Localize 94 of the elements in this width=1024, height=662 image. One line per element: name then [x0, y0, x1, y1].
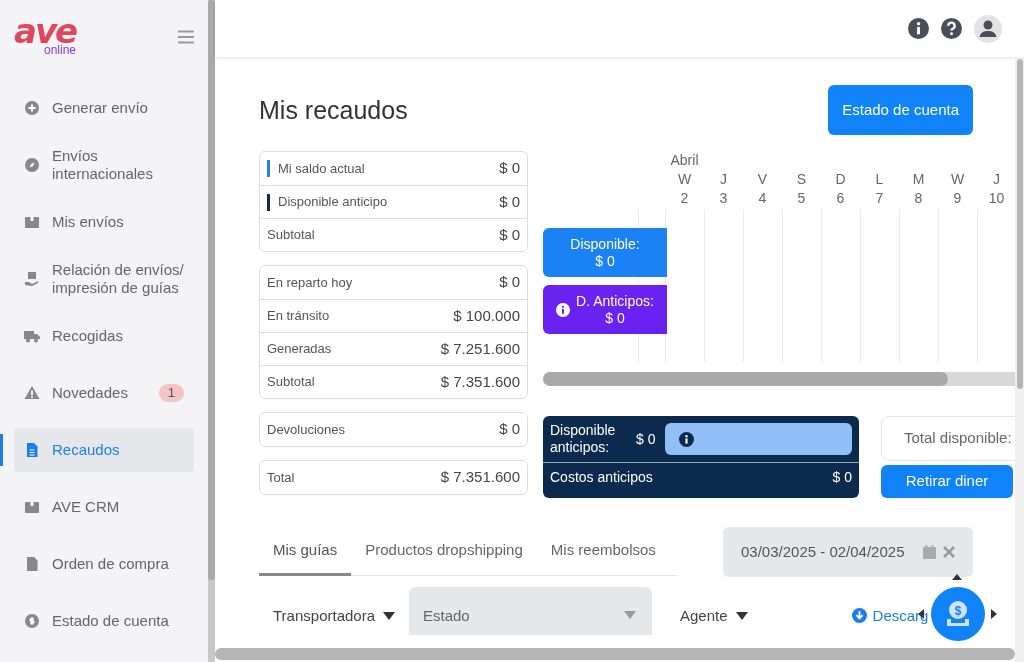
sidebar-item[interactable]: Relación de envíos/ impresión de guías — [14, 257, 194, 301]
scrollbar[interactable] — [215, 648, 1015, 660]
carrier-dropdown[interactable]: Transportadora — [259, 604, 409, 627]
summary-label: En reparto hoy — [267, 273, 353, 292]
sidebar-item[interactable]: Recogidas — [14, 314, 194, 358]
advances-value: $ 0 — [636, 430, 656, 448]
summary-label: En tránsito — [267, 307, 330, 326]
weekday-label: M — [911, 170, 926, 189]
dollar-circle-icon — [24, 613, 40, 629]
info-icon[interactable] — [556, 302, 571, 317]
info-icon[interactable] — [679, 431, 695, 447]
summary-value: $ 0 — [499, 272, 520, 293]
arrow-left-icon[interactable] — [916, 609, 926, 619]
day-label: 7 — [874, 189, 885, 208]
sidebar-item[interactable]: Estado de cuenta — [14, 599, 194, 643]
bar-value: $ 0 — [604, 309, 626, 327]
summary-label: Total — [267, 468, 295, 487]
summary-value: $ 0 — [499, 224, 520, 245]
caret-icon — [383, 611, 395, 620]
day-label: 8 — [913, 189, 924, 208]
weekday-label: V — [756, 170, 769, 189]
weekday-label: D — [834, 170, 847, 189]
summary-value: $ 7.251.600 — [440, 338, 520, 359]
sidebar-item[interactable]: Envíos internacionales — [14, 143, 194, 187]
agent-dropdown[interactable]: Agente — [666, 604, 762, 627]
scrollbar[interactable] — [543, 372, 1015, 386]
weekday-label: J — [992, 170, 1001, 189]
summary-value: $ 7.351.600 — [440, 371, 520, 392]
plus-circle-icon — [24, 100, 40, 116]
account-statement-button[interactable]: Estado de cuenta — [828, 85, 973, 135]
day-label: 5 — [796, 189, 807, 208]
bar-label: Disponible: — [570, 235, 640, 253]
box-icon — [24, 499, 40, 515]
caret-icon — [624, 610, 636, 619]
document-icon — [24, 442, 40, 458]
day-label: 4 — [757, 189, 768, 208]
sidebar-item[interactable]: Orden de compra — [14, 542, 194, 586]
sidebar-item[interactable]: Mis envíos — [14, 200, 194, 244]
box-icon — [24, 214, 40, 230]
weekday-label: S — [795, 170, 808, 189]
summary-value: $ 0 — [499, 158, 520, 179]
summary-label: Disponible anticipo — [278, 193, 388, 212]
arrow-right-icon[interactable] — [989, 609, 999, 619]
day-label: 3 — [718, 189, 729, 208]
summary-value: $ 100.000 — [453, 305, 520, 326]
advance-costs-label: Costos anticipos — [550, 468, 653, 487]
day-label: 6 — [835, 189, 846, 208]
summary-value: $ 0 — [499, 191, 520, 212]
tab[interactable]: Productos dropshipping — [351, 526, 537, 576]
month-label: Abril — [669, 151, 700, 170]
tab[interactable]: Mis guías — [259, 526, 352, 576]
caret-icon — [735, 611, 748, 620]
download-icon — [851, 608, 867, 624]
advances-label: Disponible anticipos: — [550, 422, 617, 456]
truck-icon — [24, 328, 40, 344]
summary-label: Subtotal — [267, 373, 315, 392]
bar-value: $ 0 — [594, 252, 616, 270]
summary-label: Generadas — [267, 340, 332, 359]
summary-label: Devoluciones — [267, 420, 346, 439]
weekday-label: J — [719, 170, 728, 189]
withdraw-button[interactable]: Retirar diner — [881, 464, 1013, 498]
summary-label: Subtotal — [267, 226, 315, 245]
status-select[interactable]: Estado — [409, 586, 652, 635]
document-icon — [24, 556, 40, 572]
date-range-field[interactable]: 03/03/2025 - 02/04/2025 — [723, 526, 973, 577]
sidebar-item[interactable]: AVE CRM — [14, 485, 194, 529]
bar-label: D. Anticipos: — [576, 292, 654, 310]
summary-value: $ 7.351.600 — [440, 467, 520, 488]
day-label: 2 — [679, 189, 690, 208]
compass-icon — [24, 157, 40, 173]
money-fab-button[interactable]: $ — [931, 587, 985, 641]
hand-box-icon — [24, 271, 40, 287]
summary-label: Mi saldo actual — [278, 159, 365, 178]
help-icon[interactable] — [941, 18, 962, 39]
scrollbar[interactable] — [208, 0, 215, 662]
day-label: 9 — [952, 189, 963, 208]
menu-icon[interactable] — [178, 30, 194, 44]
warning-icon — [24, 385, 40, 401]
weekday-label: W — [676, 170, 693, 189]
arrow-up-icon[interactable] — [952, 572, 962, 582]
day-label: 10 — [987, 189, 1006, 208]
weekday-label: L — [874, 170, 885, 189]
sidebar-item[interactable]: Novedades 1 — [14, 371, 194, 415]
user-avatar[interactable] — [974, 14, 1002, 43]
count-badge: 1 — [158, 384, 184, 402]
scrollbar[interactable] — [1015, 57, 1024, 662]
tab[interactable]: Mis reembolsos — [536, 526, 670, 576]
weekday-label: W — [949, 170, 966, 189]
summary-value: $ 0 — [499, 419, 520, 440]
download-link[interactable]: Descarg — [851, 604, 929, 627]
page-title: Mis recaudos — [259, 95, 408, 125]
advance-costs-value: $ 0 — [832, 468, 852, 487]
info-icon[interactable] — [908, 18, 929, 39]
sidebar-item[interactable]: Generar envío — [14, 86, 194, 130]
